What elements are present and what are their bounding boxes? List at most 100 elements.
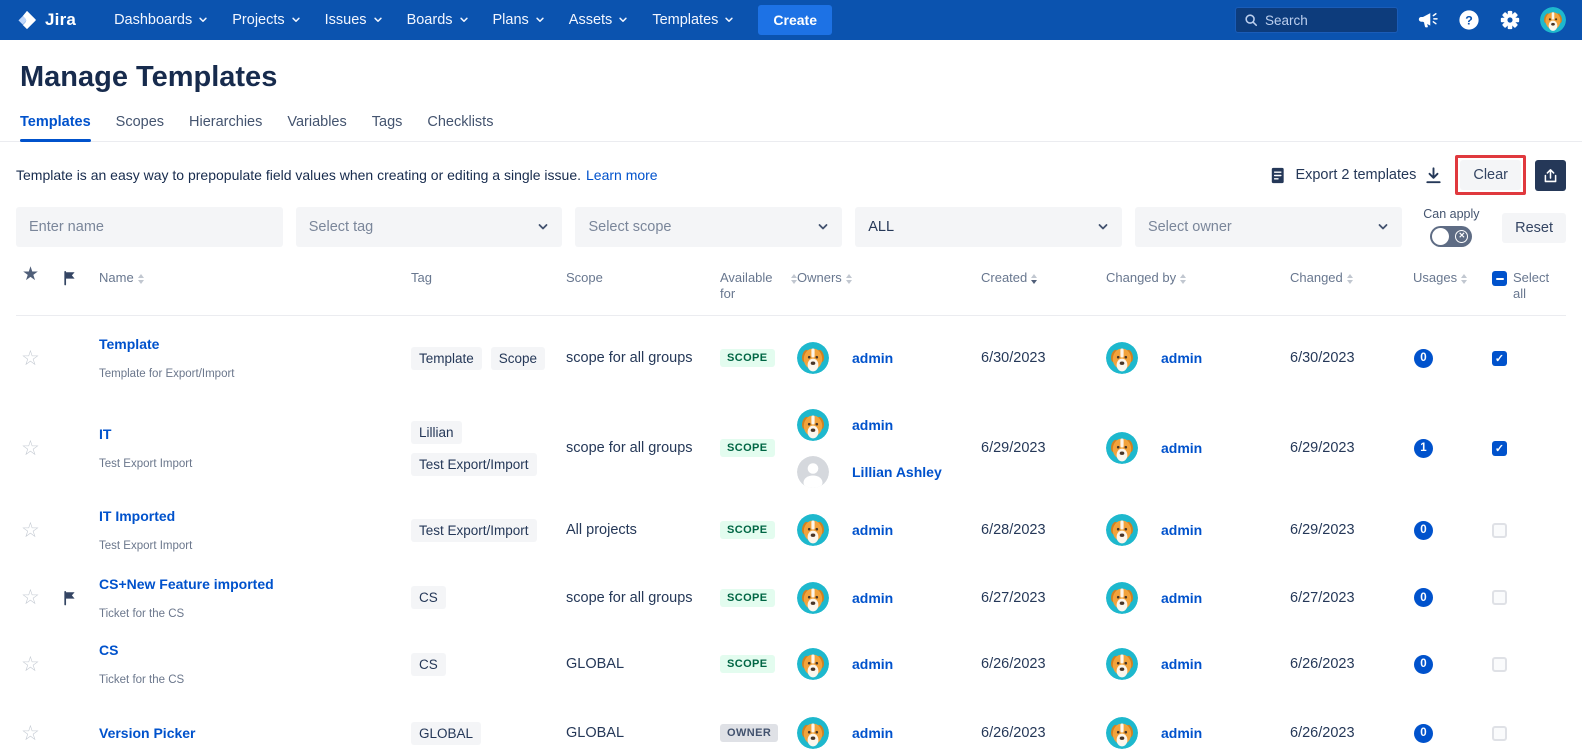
tag-chip: Scope bbox=[491, 347, 545, 370]
owner-link[interactable]: admin bbox=[852, 725, 893, 741]
favorite-column-star-icon[interactable]: ★ bbox=[16, 267, 39, 283]
tag-chip: Test Export/Import bbox=[411, 519, 537, 542]
name-filter-input[interactable] bbox=[29, 219, 270, 235]
usages-badge: 0 bbox=[1414, 655, 1433, 674]
import-share-button[interactable] bbox=[1535, 160, 1566, 191]
tag-chip: GLOBAL bbox=[411, 722, 481, 745]
favorite-star-icon[interactable]: ☆ bbox=[16, 346, 40, 371]
user-avatar[interactable] bbox=[1540, 7, 1566, 33]
usages-badge: 1 bbox=[1414, 439, 1433, 458]
header-owners[interactable]: Owners bbox=[797, 270, 981, 302]
name-filter[interactable] bbox=[16, 207, 283, 247]
tab-checklists[interactable]: Checklists bbox=[427, 114, 493, 141]
tab-templates[interactable]: Templates bbox=[20, 114, 91, 141]
favorite-star-icon[interactable]: ☆ bbox=[16, 436, 40, 461]
chevron-down-icon bbox=[535, 15, 545, 25]
search-input[interactable] bbox=[1265, 13, 1389, 28]
owner-link[interactable]: admin bbox=[852, 656, 893, 672]
nav-assets[interactable]: Assets bbox=[557, 0, 641, 40]
announcements-megaphone-icon[interactable] bbox=[1417, 9, 1439, 31]
changed-by-link[interactable]: admin bbox=[1161, 522, 1202, 538]
settings-gear-icon[interactable] bbox=[1499, 9, 1521, 31]
changed-by-link[interactable]: admin bbox=[1161, 656, 1202, 672]
tab-tags[interactable]: Tags bbox=[372, 114, 403, 141]
favorite-star-icon[interactable]: ☆ bbox=[16, 585, 40, 610]
help-icon[interactable] bbox=[1458, 9, 1480, 31]
template-name-link[interactable]: Version Picker bbox=[99, 725, 196, 741]
export-templates-button[interactable]: Export 2 templates bbox=[1295, 167, 1416, 183]
top-navbar: Jira Dashboards Projects Issues Boards P… bbox=[0, 0, 1582, 40]
nav-templates[interactable]: Templates bbox=[640, 0, 746, 40]
header-name[interactable]: Name bbox=[99, 270, 411, 302]
dog-avatar-icon bbox=[1106, 648, 1138, 680]
available-for-badge: SCOPE bbox=[720, 349, 775, 367]
tab-variables[interactable]: Variables bbox=[287, 114, 346, 141]
create-button[interactable]: Create bbox=[758, 5, 832, 35]
tab-hierarchies[interactable]: Hierarchies bbox=[189, 114, 262, 141]
owner-link[interactable]: admin bbox=[852, 417, 893, 433]
nav-projects[interactable]: Projects bbox=[220, 0, 312, 40]
changed-date: 6/29/2023 bbox=[1290, 440, 1355, 456]
favorite-star-icon[interactable]: ☆ bbox=[16, 518, 40, 543]
changed-by-link[interactable]: admin bbox=[1161, 440, 1202, 456]
row-checkbox[interactable] bbox=[1492, 441, 1507, 456]
scope-filter-select[interactable]: Select scope bbox=[575, 207, 842, 247]
select-all-checkbox[interactable] bbox=[1492, 271, 1507, 286]
row-checkbox[interactable] bbox=[1492, 590, 1507, 605]
changed-by-link[interactable]: admin bbox=[1161, 590, 1202, 606]
changed-by-link[interactable]: admin bbox=[1161, 350, 1202, 366]
reset-button[interactable]: Reset bbox=[1502, 213, 1566, 243]
available-for-badge: SCOPE bbox=[720, 655, 775, 673]
export-document-icon bbox=[1268, 166, 1287, 185]
row-checkbox[interactable] bbox=[1492, 726, 1507, 741]
tag-chip: Lillian bbox=[411, 421, 462, 444]
type-filter-select[interactable]: ALL bbox=[855, 207, 1122, 247]
template-description: Test Export Import bbox=[99, 458, 192, 470]
chevron-down-icon bbox=[1097, 221, 1109, 233]
owner-link[interactable]: admin bbox=[852, 350, 893, 366]
favorite-star-icon[interactable]: ☆ bbox=[16, 652, 40, 677]
owner-link[interactable]: admin bbox=[852, 522, 893, 538]
can-apply-toggle[interactable]: ✕ bbox=[1430, 226, 1472, 247]
dog-avatar-icon bbox=[797, 582, 829, 614]
header-changed[interactable]: Changed bbox=[1290, 270, 1413, 302]
sort-icon bbox=[1347, 274, 1353, 284]
owner-filter-select[interactable]: Select owner bbox=[1135, 207, 1402, 247]
dog-avatar-icon bbox=[1106, 582, 1138, 614]
row-checkbox[interactable] bbox=[1492, 351, 1507, 366]
jira-brand[interactable]: Jira bbox=[16, 9, 76, 31]
nav-plans[interactable]: Plans bbox=[481, 0, 557, 40]
owner-link[interactable]: Lillian Ashley bbox=[852, 464, 942, 480]
download-icon[interactable] bbox=[1424, 166, 1443, 185]
chevron-down-icon bbox=[459, 15, 469, 25]
chevron-down-icon bbox=[291, 15, 301, 25]
row-checkbox[interactable] bbox=[1492, 657, 1507, 672]
owner-link[interactable]: admin bbox=[852, 590, 893, 606]
learn-more-link[interactable]: Learn more bbox=[586, 167, 658, 183]
templates-table: ★ Name Tag Scope Available for Owners Cr… bbox=[16, 259, 1566, 752]
header-created[interactable]: Created bbox=[981, 270, 1106, 302]
header-changed-by[interactable]: Changed by bbox=[1106, 270, 1290, 302]
header-usages[interactable]: Usages bbox=[1413, 270, 1492, 302]
flag-column-icon[interactable] bbox=[62, 270, 78, 286]
changed-by-link[interactable]: admin bbox=[1161, 725, 1202, 741]
tag-chip: Template bbox=[411, 347, 482, 370]
clear-button[interactable]: Clear bbox=[1460, 160, 1521, 190]
flag-icon[interactable] bbox=[62, 590, 78, 606]
template-name-link[interactable]: Template bbox=[99, 336, 159, 352]
template-name-link[interactable]: CS+New Feature imported bbox=[99, 576, 274, 592]
page-description: Template is an easy way to prepopulate f… bbox=[16, 167, 581, 183]
template-name-link[interactable]: IT bbox=[99, 426, 111, 442]
tag-filter-select[interactable]: Select tag bbox=[296, 207, 563, 247]
row-checkbox[interactable] bbox=[1492, 523, 1507, 538]
global-search[interactable] bbox=[1235, 7, 1398, 33]
tab-scopes[interactable]: Scopes bbox=[116, 114, 164, 141]
favorite-star-icon[interactable]: ☆ bbox=[16, 721, 40, 746]
nav-issues[interactable]: Issues bbox=[313, 0, 395, 40]
template-name-link[interactable]: CS bbox=[99, 642, 118, 658]
nav-dashboards[interactable]: Dashboards bbox=[102, 0, 220, 40]
nav-boards[interactable]: Boards bbox=[395, 0, 481, 40]
header-available-for[interactable]: Available for bbox=[720, 270, 797, 302]
template-name-link[interactable]: IT Imported bbox=[99, 508, 175, 524]
can-apply-label: Can apply bbox=[1423, 207, 1479, 221]
